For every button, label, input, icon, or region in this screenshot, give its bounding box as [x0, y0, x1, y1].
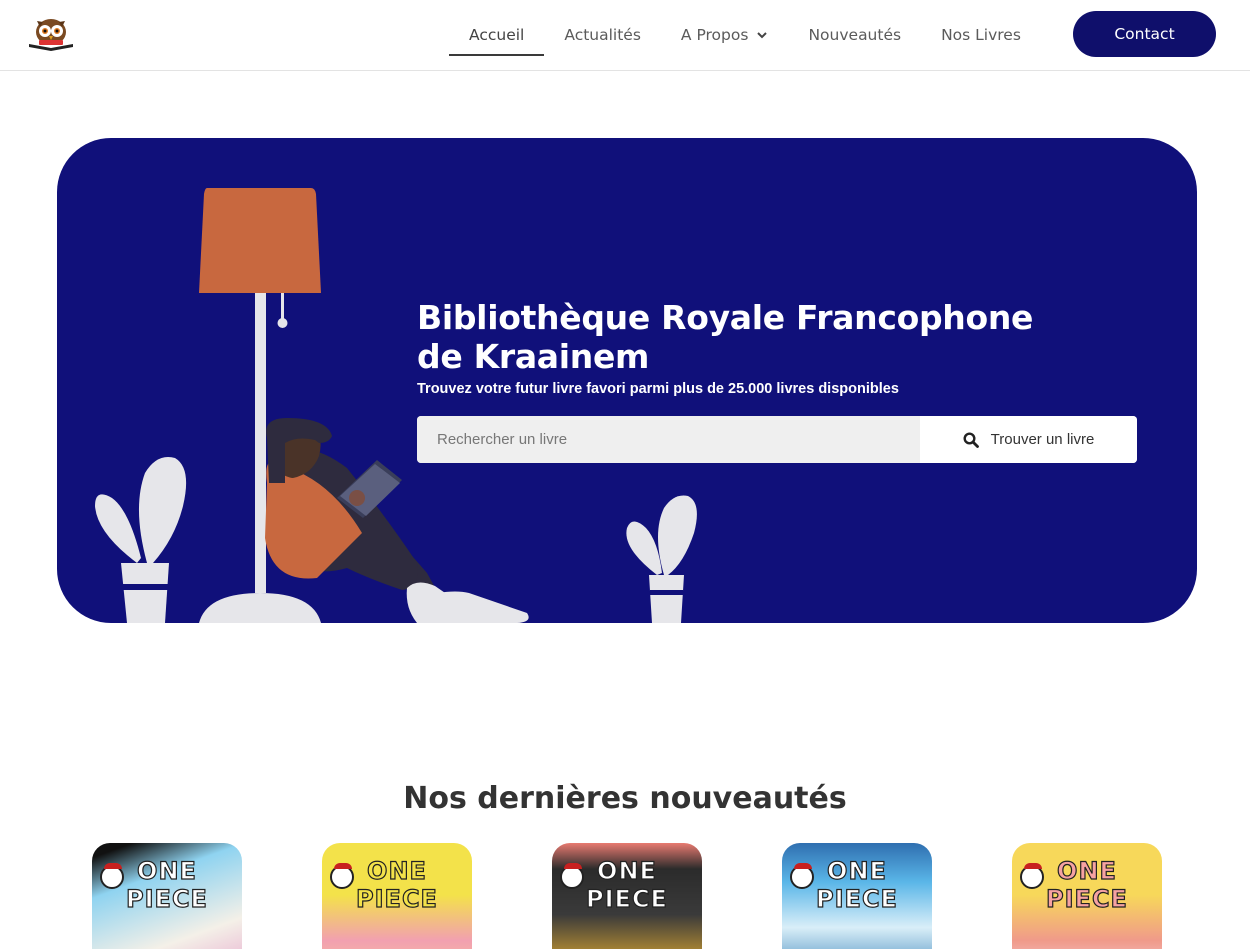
book-cover[interactable]: ONE PIECE: [92, 843, 242, 949]
book-cover-title: ONE PIECE: [815, 856, 898, 913]
hero-title-line: de Kraainem: [417, 337, 650, 376]
main-nav: Accueil Actualités A Propos Nouveautés N…: [449, 0, 1041, 70]
nav-item-label: Accueil: [469, 26, 525, 44]
nav-item-nos-livres[interactable]: Nos Livres: [921, 0, 1041, 70]
hero-title: Bibliothèque Royale Francophone de Kraai…: [417, 298, 1057, 376]
book-cover[interactable]: ONE PIECE: [322, 843, 472, 949]
book-cover[interactable]: ONE PIECE: [782, 843, 932, 949]
search-button[interactable]: Trouver un livre: [920, 416, 1137, 463]
nav-item-nouveautes[interactable]: Nouveautés: [788, 0, 921, 70]
nav-item-label: Actualités: [564, 26, 641, 44]
nav-item-label: Nos Livres: [941, 26, 1021, 44]
site-header: Accueil Actualités A Propos Nouveautés N…: [0, 0, 1250, 71]
hero-banner: Bibliothèque Royale Francophone de Kraai…: [57, 138, 1197, 623]
contact-button-label: Contact: [1114, 25, 1175, 43]
book-cover-title: ONE PIECE: [585, 856, 668, 913]
plant-icon: [626, 495, 697, 623]
hero-subtitle: Trouvez votre futur livre favori parmi p…: [417, 381, 899, 397]
book-cover-title: ONE PIECE: [125, 856, 208, 913]
book-cover-title: ONE PIECE: [355, 856, 438, 913]
search-input[interactable]: [417, 416, 920, 463]
owl-logo-icon[interactable]: [26, 12, 76, 52]
section-title: Nos dernières nouveautés: [403, 781, 847, 816]
book-cover[interactable]: ONE PIECE: [552, 843, 702, 949]
book-cover[interactable]: ONE PIECE: [1012, 843, 1162, 949]
hero-title-line: Bibliothèque Royale Francophone: [417, 298, 1034, 337]
book-cover-title: ONE PIECE: [1045, 856, 1128, 913]
book-carousel: ONE PIECE ONE PIECE ONE PIECE ONE PIECE …: [0, 843, 1250, 949]
nav-item-actualites[interactable]: Actualités: [544, 0, 661, 70]
nav-item-label: A Propos: [680, 26, 749, 44]
nav-item-accueil[interactable]: Accueil: [449, 0, 545, 70]
nav-item-label: Nouveautés: [808, 26, 902, 44]
chevron-down-icon: [757, 32, 768, 39]
book-search-form: Trouver un livre: [417, 416, 1137, 463]
plant-icon: [95, 457, 187, 623]
search-icon: [963, 431, 979, 448]
search-button-label: Trouver un livre: [990, 431, 1095, 448]
contact-button[interactable]: Contact: [1073, 11, 1216, 57]
nav-item-a-propos[interactable]: A Propos: [661, 0, 789, 70]
